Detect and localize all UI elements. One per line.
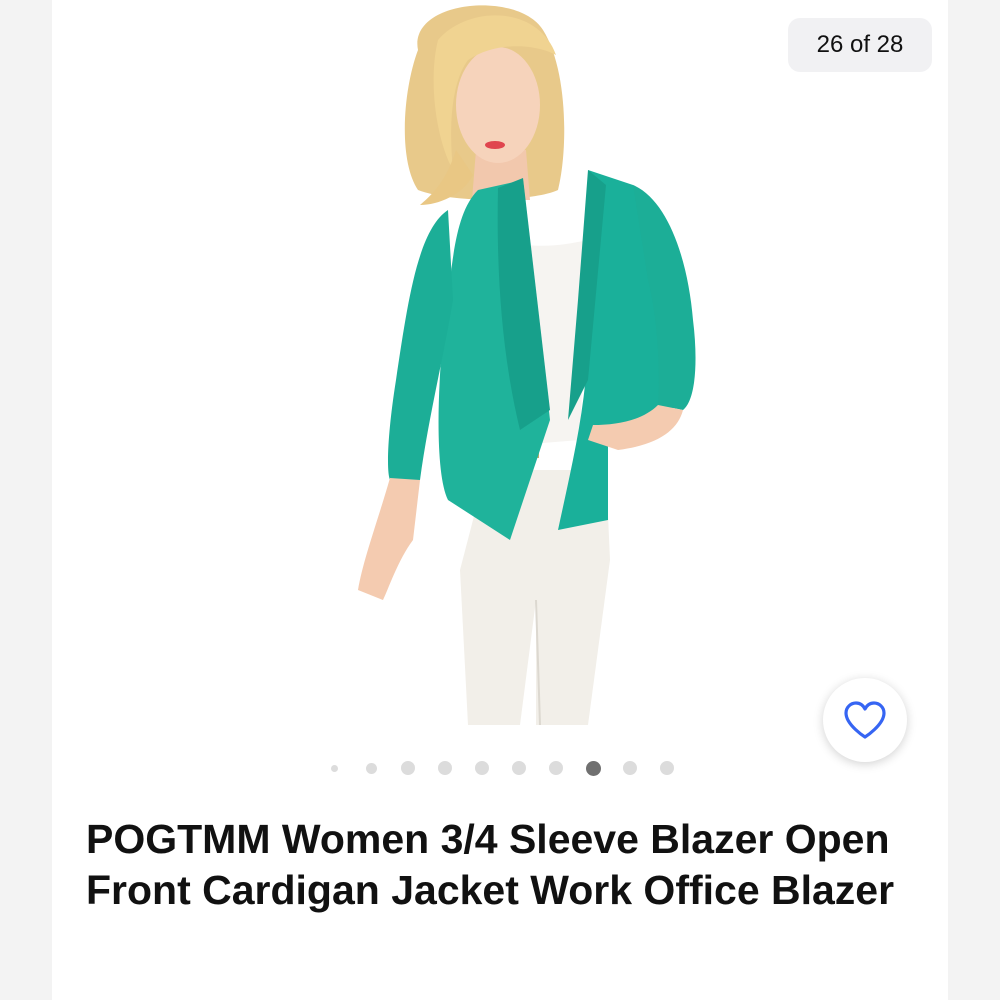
product-page: 26 of 28 POGTMM Women 3/4 Sleeve Blazer … <box>52 0 948 1000</box>
heart-outline-icon <box>844 701 886 739</box>
pagination-dot[interactable] <box>660 761 674 775</box>
pagination-dot[interactable] <box>475 761 489 775</box>
image-gallery[interactable]: 26 of 28 <box>52 0 948 762</box>
pagination-dot[interactable] <box>401 761 415 775</box>
image-counter: 26 of 28 <box>788 18 932 72</box>
pagination-dot[interactable] <box>512 761 526 775</box>
pagination-dot[interactable] <box>623 761 637 775</box>
pagination-dot[interactable] <box>549 761 563 775</box>
favorite-button[interactable] <box>823 678 907 762</box>
product-image[interactable] <box>288 0 728 725</box>
gallery-pagination <box>52 758 948 778</box>
pagination-dot[interactable] <box>365 762 377 774</box>
product-title: POGTMM Women 3/4 Sleeve Blazer Open Fron… <box>86 816 895 913</box>
pagination-dot[interactable] <box>330 764 338 772</box>
pagination-dot[interactable] <box>438 761 452 775</box>
pagination-dot-active[interactable] <box>585 760 601 776</box>
